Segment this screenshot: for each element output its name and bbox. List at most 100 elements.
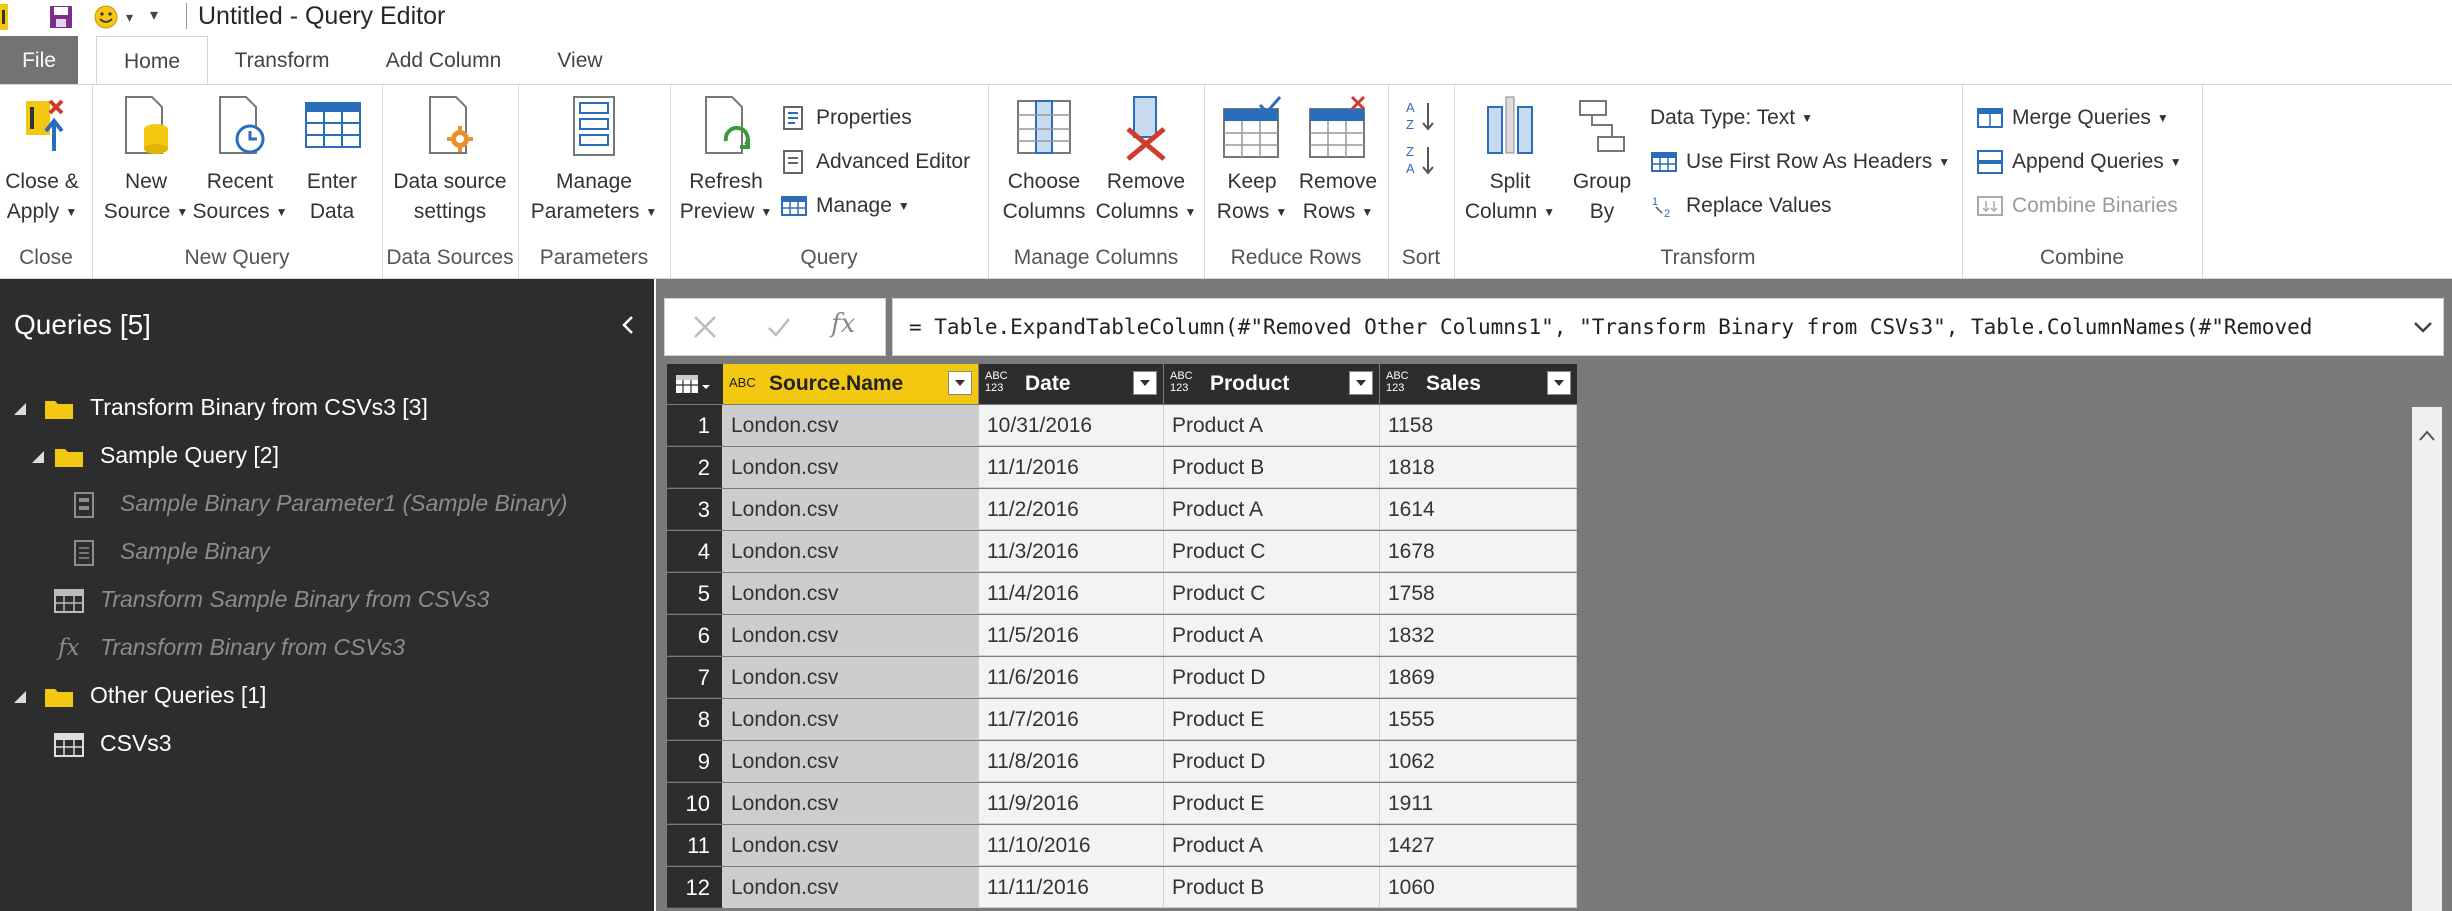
append-queries-button[interactable]: Append Queries ▼ (1976, 144, 2182, 180)
expand-triangle-icon[interactable] (30, 449, 46, 465)
cell-date[interactable]: 11/4/2016 (979, 573, 1164, 614)
formula-bar[interactable]: = Table.ExpandTableColumn(#"Removed Othe… (892, 298, 2444, 356)
cell-source-name[interactable]: London.csv (723, 447, 979, 488)
commit-formula-icon[interactable] (765, 313, 793, 341)
cell-date[interactable]: 11/5/2016 (979, 615, 1164, 656)
expand-triangle-icon[interactable] (12, 689, 28, 705)
cell-sales[interactable]: 1060 (1380, 867, 1577, 908)
text-type-icon[interactable]: ABC (729, 376, 756, 389)
cell-source-name[interactable]: London.csv (723, 573, 979, 614)
customize-toolbar-icon[interactable]: ▾ (150, 5, 158, 25)
column-header-sales[interactable]: ABC 123 Sales (1380, 364, 1577, 404)
filter-dropdown-icon[interactable] (948, 371, 972, 395)
filter-dropdown-icon[interactable] (1547, 371, 1571, 395)
tab-add-column[interactable]: Add Column (366, 36, 521, 84)
cell-source-name[interactable]: London.csv (723, 741, 979, 782)
cell-product[interactable]: Product D (1164, 741, 1380, 782)
row-number[interactable]: 6 (667, 615, 723, 656)
keep-rows-button[interactable]: Keep Rows ▼ (1208, 93, 1296, 227)
cell-date[interactable]: 10/31/2016 (979, 405, 1164, 446)
chevron-down-icon[interactable] (2411, 315, 2435, 339)
cell-product[interactable]: Product C (1164, 531, 1380, 572)
column-header-product[interactable]: ABC 123 Product (1164, 364, 1379, 404)
any-type-icon[interactable]: ABC 123 (1170, 370, 1198, 394)
tree-group-transform-binary[interactable]: Transform Binary from CSVs3 [3] (12, 389, 428, 425)
row-number[interactable]: 5 (667, 573, 723, 614)
cell-sales[interactable]: 1158 (1380, 405, 1577, 446)
cell-date[interactable]: 11/11/2016 (979, 867, 1164, 908)
cell-date[interactable]: 11/7/2016 (979, 699, 1164, 740)
column-header-date[interactable]: ABC 123 Date (979, 364, 1163, 404)
cancel-formula-icon[interactable] (691, 313, 719, 341)
cell-date[interactable]: 11/1/2016 (979, 447, 1164, 488)
tree-group-other-queries[interactable]: Other Queries [1] (12, 677, 266, 713)
row-number[interactable]: 7 (667, 657, 723, 698)
manage-parameters-button[interactable]: Manage Parameters ▼ (526, 93, 662, 227)
save-icon[interactable] (48, 4, 74, 30)
tree-group-sample-query[interactable]: Sample Query [2] (30, 437, 279, 473)
recent-sources-button[interactable]: Recent Sources ▼ (190, 93, 290, 227)
properties-button[interactable]: Properties (780, 100, 912, 136)
cell-source-name[interactable]: London.csv (723, 657, 979, 698)
cell-date[interactable]: 11/3/2016 (979, 531, 1164, 572)
expand-triangle-icon[interactable] (12, 401, 28, 417)
use-first-row-headers-button[interactable]: Use First Row As Headers ▼ (1650, 144, 1950, 180)
cell-product[interactable]: Product A (1164, 615, 1380, 656)
cell-product[interactable]: Product A (1164, 825, 1380, 866)
cell-product[interactable]: Product E (1164, 699, 1380, 740)
cell-source-name[interactable]: London.csv (723, 867, 979, 908)
data-type-dropdown[interactable]: Data Type: Text ▼ (1650, 100, 1813, 136)
split-column-button[interactable]: Split Column ▼ (1460, 93, 1560, 227)
row-number[interactable]: 12 (667, 867, 723, 908)
column-header-source-name[interactable]: ABC Source.Name (723, 364, 978, 404)
cell-product[interactable]: Product A (1164, 489, 1380, 530)
cell-source-name[interactable]: London.csv (723, 825, 979, 866)
vertical-scrollbar[interactable] (2412, 407, 2442, 911)
cell-source-name[interactable]: London.csv (723, 489, 979, 530)
row-number[interactable]: 1 (667, 405, 723, 446)
filter-dropdown-icon[interactable] (1133, 371, 1157, 395)
replace-values-button[interactable]: 1 2 Replace Values (1650, 188, 1832, 224)
chevron-down-icon[interactable]: ▾ (126, 9, 133, 26)
row-number[interactable]: 8 (667, 699, 723, 740)
cell-source-name[interactable]: London.csv (723, 699, 979, 740)
manage-button[interactable]: Manage ▼ (780, 188, 910, 224)
tab-file[interactable]: File (0, 36, 78, 84)
row-number[interactable]: 9 (667, 741, 723, 782)
tab-home[interactable]: Home (96, 36, 208, 86)
cell-product[interactable]: Product A (1164, 405, 1380, 446)
sort-descending-icon[interactable]: Z A (1406, 143, 1436, 177)
cell-date[interactable]: 11/10/2016 (979, 825, 1164, 866)
cell-date[interactable]: 11/6/2016 (979, 657, 1164, 698)
row-number[interactable]: 10 (667, 783, 723, 824)
cell-sales[interactable]: 1832 (1380, 615, 1577, 656)
tree-item-transform-sample-binary[interactable]: Transform Sample Binary from CSVs3 (54, 581, 489, 617)
cell-source-name[interactable]: London.csv (723, 783, 979, 824)
cell-sales[interactable]: 1614 (1380, 489, 1577, 530)
row-number[interactable]: 3 (667, 489, 723, 530)
choose-columns-button[interactable]: Choose Columns (994, 93, 1094, 227)
combine-binaries-button[interactable]: Combine Binaries (1976, 188, 2178, 224)
close-apply-button[interactable]: Close & Apply ▼ (0, 93, 84, 227)
cell-product[interactable]: Product B (1164, 867, 1380, 908)
scroll-up-icon[interactable] (2418, 427, 2436, 445)
tree-item-transform-binary-function[interactable]: fx Transform Binary from CSVs3 (58, 629, 405, 665)
cell-sales[interactable]: 1427 (1380, 825, 1577, 866)
cell-sales[interactable]: 1062 (1380, 741, 1577, 782)
remove-rows-button[interactable]: Remove Rows ▼ (1292, 93, 1384, 227)
cell-product[interactable]: Product D (1164, 657, 1380, 698)
tab-transform[interactable]: Transform (220, 36, 344, 84)
any-type-icon[interactable]: ABC 123 (1386, 370, 1414, 394)
new-source-button[interactable]: New Source ▼ (100, 93, 192, 227)
cell-product[interactable]: Product B (1164, 447, 1380, 488)
advanced-editor-button[interactable]: Advanced Editor (780, 144, 970, 180)
table-menu-button[interactable] (667, 364, 723, 404)
cell-source-name[interactable]: London.csv (723, 405, 979, 446)
cell-sales[interactable]: 1911 (1380, 783, 1577, 824)
data-source-settings-button[interactable]: Data source settings (388, 93, 512, 227)
sort-ascending-icon[interactable]: A Z (1406, 99, 1436, 133)
merge-queries-button[interactable]: Merge Queries ▼ (1976, 100, 2169, 136)
cell-product[interactable]: Product E (1164, 783, 1380, 824)
filter-dropdown-icon[interactable] (1349, 371, 1373, 395)
row-number[interactable]: 11 (667, 825, 723, 866)
